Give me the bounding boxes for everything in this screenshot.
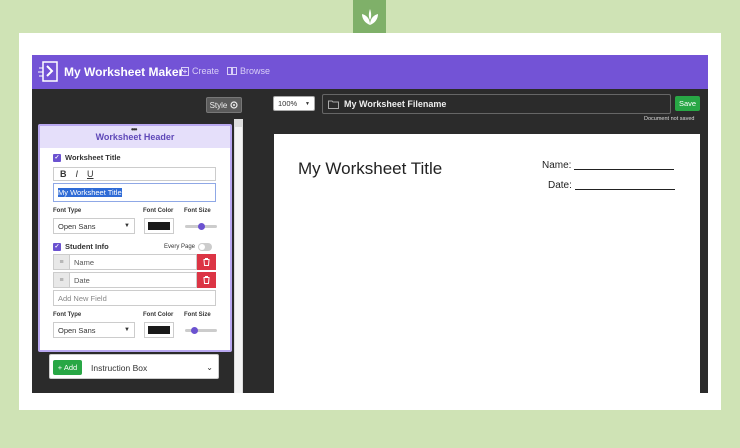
underline-button[interactable]: U bbox=[87, 169, 94, 179]
student-info-toggle[interactable]: ✓ Student Info bbox=[53, 242, 109, 251]
font-size-slider[interactable] bbox=[185, 327, 217, 334]
font-color-label: Font Color bbox=[143, 312, 174, 318]
name-label: Name: bbox=[542, 160, 572, 171]
font-type-label: Font Type bbox=[53, 208, 82, 214]
every-page-switch[interactable] bbox=[198, 243, 212, 251]
add-button[interactable]: + Add bbox=[53, 360, 82, 375]
new-field-input[interactable]: Add New Field bbox=[53, 290, 216, 306]
leaf-icon bbox=[361, 8, 378, 25]
book-icon bbox=[227, 67, 237, 75]
element-type-value: Instruction Box bbox=[91, 362, 148, 373]
brand-name[interactable]: My Worksheet Maker bbox=[64, 65, 183, 79]
nav-browse-label: Browse bbox=[240, 66, 271, 76]
font-type-value: Open Sans bbox=[58, 325, 96, 335]
chevron-down-icon: ⌄ bbox=[206, 363, 213, 372]
worksheet-app: My Worksheet Maker Create Browse Style •… bbox=[32, 55, 708, 393]
scrollbar-thumb[interactable] bbox=[235, 127, 242, 393]
trash-icon bbox=[203, 276, 210, 284]
date-line bbox=[574, 189, 675, 190]
name-field: Name: bbox=[542, 160, 675, 171]
color-swatch bbox=[148, 326, 170, 334]
gear-icon bbox=[230, 101, 238, 109]
drag-handle-icon[interactable]: ≡ bbox=[53, 254, 70, 270]
worksheet-title-label: Worksheet Title bbox=[65, 153, 121, 162]
font-size-slider[interactable] bbox=[185, 223, 217, 230]
font-type-select[interactable]: Open Sans ▼ bbox=[53, 218, 135, 234]
header-panel: ••• Worksheet Header ✓ Worksheet Title B… bbox=[38, 124, 232, 352]
caret-down-icon: ▼ bbox=[124, 327, 130, 333]
panel-header: ••• Worksheet Header bbox=[40, 126, 230, 148]
title-input-value: My Worksheet Title bbox=[58, 188, 122, 197]
style-button[interactable]: Style bbox=[206, 97, 242, 113]
checkbox-checked-icon[interactable]: ✓ bbox=[53, 242, 61, 251]
caret-down-icon: ▼ bbox=[124, 223, 130, 229]
nav-create-label: Create bbox=[192, 66, 220, 76]
trash-icon bbox=[203, 258, 210, 266]
slider-knob[interactable] bbox=[191, 327, 198, 334]
drag-handle-icon[interactable]: ≡ bbox=[53, 272, 70, 288]
date-field: Date: bbox=[548, 180, 675, 191]
element-type-select[interactable]: Instruction Box ⌄ bbox=[88, 360, 216, 375]
bold-button[interactable]: B bbox=[60, 169, 67, 179]
plus-doc-icon bbox=[181, 66, 189, 76]
checkbox-checked-icon[interactable]: ✓ bbox=[53, 153, 61, 162]
font-type-label: Font Type bbox=[53, 312, 82, 318]
name-line bbox=[574, 169, 675, 170]
font-type-value: Open Sans bbox=[58, 221, 96, 231]
panel-scrollbar[interactable] bbox=[234, 119, 243, 393]
italic-button[interactable]: I bbox=[76, 169, 79, 179]
style-button-label: Style bbox=[209, 100, 228, 110]
add-element-bar: + Add Instruction Box ⌄ bbox=[49, 354, 219, 379]
slider-knob[interactable] bbox=[198, 223, 205, 230]
font-size-label: Font Size bbox=[184, 208, 211, 214]
drag-handle-icon[interactable]: ••• bbox=[131, 126, 137, 134]
title-input[interactable]: My Worksheet Title bbox=[53, 183, 216, 202]
every-page-label: Every Page bbox=[164, 244, 196, 250]
font-color-picker[interactable] bbox=[144, 218, 174, 234]
student-field-row: ≡ Name bbox=[53, 254, 216, 270]
delete-field-button[interactable] bbox=[197, 272, 216, 288]
worksheet-title-toggle[interactable]: ✓ Worksheet Title bbox=[53, 153, 121, 162]
format-toolbar: B I U bbox=[53, 167, 216, 181]
date-label: Date: bbox=[548, 180, 572, 191]
filename-field[interactable]: My Worksheet Filename bbox=[322, 94, 671, 114]
font-color-picker[interactable] bbox=[144, 322, 174, 338]
brand-logo-icon bbox=[38, 61, 58, 82]
save-button[interactable]: Save bbox=[675, 96, 700, 111]
font-size-label: Font Size bbox=[184, 312, 211, 318]
font-type-select[interactable]: Open Sans ▼ bbox=[53, 322, 135, 338]
student-field-row: ≡ Date bbox=[53, 272, 216, 288]
folder-icon bbox=[328, 100, 339, 109]
student-info-label: Student Info bbox=[65, 242, 109, 251]
caret-down-icon: ▼ bbox=[305, 100, 310, 107]
filename-value: My Worksheet Filename bbox=[344, 99, 447, 109]
student-field-input[interactable]: Name bbox=[70, 254, 197, 270]
nav-browse[interactable]: Browse bbox=[227, 66, 270, 76]
color-swatch bbox=[148, 222, 170, 230]
save-status: Document not saved bbox=[644, 116, 695, 122]
zoom-select[interactable]: 100% ▼ bbox=[273, 96, 315, 111]
site-logo bbox=[353, 0, 386, 33]
worksheet-title[interactable]: My Worksheet Title bbox=[298, 159, 442, 179]
worksheet-preview: My Worksheet Title Name: Date: bbox=[274, 134, 700, 393]
font-color-label: Font Color bbox=[143, 208, 174, 214]
student-field-input[interactable]: Date bbox=[70, 272, 197, 288]
delete-field-button[interactable] bbox=[197, 254, 216, 270]
zoom-value: 100% bbox=[278, 99, 298, 108]
nav-create[interactable]: Create bbox=[181, 66, 219, 76]
navbar: My Worksheet Maker Create Browse bbox=[32, 55, 708, 89]
